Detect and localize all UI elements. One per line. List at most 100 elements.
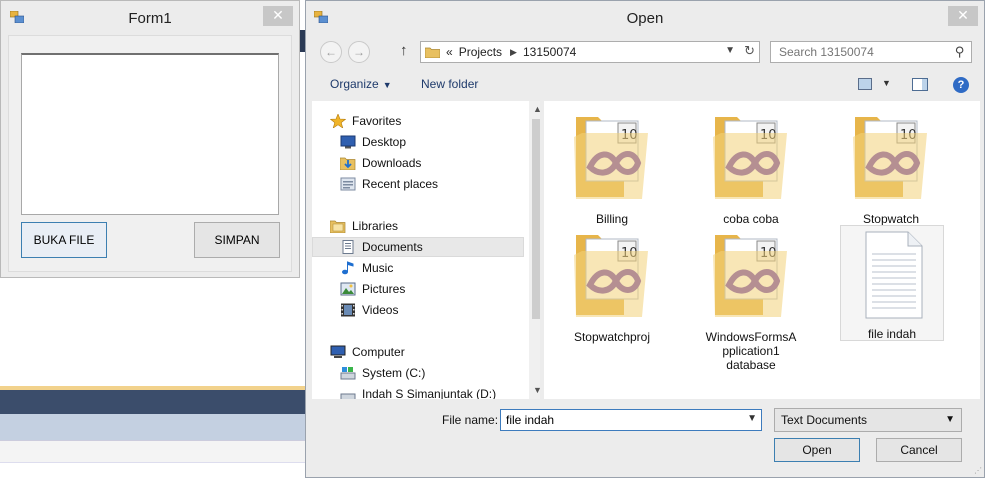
file-name-combobox[interactable]: ▼ <box>500 409 762 431</box>
file-item-label: Stopwatchproj <box>573 330 651 344</box>
chevron-down-icon: ▼ <box>382 80 392 90</box>
videos-icon <box>341 303 355 317</box>
nav-item-favorites[interactable]: Favorites <box>330 111 401 131</box>
nav-item-label: Music <box>362 261 394 275</box>
nav-item-label: Desktop <box>362 135 407 149</box>
breadcrumb-overflow[interactable]: « <box>446 45 453 59</box>
simpan-button[interactable]: SIMPAN <box>194 222 280 258</box>
nav-item-documents[interactable]: Documents <box>312 237 524 257</box>
cancel-button[interactable]: Cancel <box>876 438 962 462</box>
navigation-pane: Favorites Desktop Downloads Recent place… <box>312 101 540 399</box>
scroll-up-icon[interactable]: ▲ <box>529 104 540 114</box>
nav-item-label: Downloads <box>362 156 422 170</box>
preview-pane-icon[interactable] <box>912 78 928 91</box>
file-item-label: file indah <box>867 327 917 341</box>
search-icon[interactable]: ⚲ <box>955 44 965 60</box>
nav-item-label: Recent places <box>362 177 439 191</box>
file-item-label-line: pplication1 <box>722 344 780 358</box>
vs-project-folder-icon: 10 <box>713 117 787 199</box>
file-name-label: File name: <box>442 413 499 427</box>
form1-client-area: BUKA FILE SIMPAN <box>8 35 292 272</box>
file-name-input[interactable] <box>504 411 734 429</box>
open-button[interactable]: Open <box>774 438 860 462</box>
file-item-file-indah[interactable]: file indah <box>840 225 944 341</box>
pictures-icon <box>340 282 356 296</box>
vs-project-folder-icon: 10 <box>713 235 787 317</box>
nav-item-downloads[interactable]: Downloads <box>340 153 421 173</box>
nav-item-label: System (C:) <box>362 366 426 380</box>
documents-icon <box>342 240 354 254</box>
file-item-label: WindowsFormsA pplication1 database <box>699 330 803 372</box>
file-item-billing[interactable]: 10 Billing <box>560 103 664 226</box>
nav-item-pictures[interactable]: Pictures <box>340 279 405 299</box>
new-folder-button[interactable]: New folder <box>421 77 478 91</box>
nav-item-label: Indah S Simanjuntak (D:) <box>362 387 497 399</box>
scroll-down-icon[interactable]: ▼ <box>529 385 540 395</box>
help-icon[interactable]: ? <box>953 77 969 93</box>
change-view-icon[interactable] <box>858 78 872 90</box>
file-item-label-line: database <box>726 358 776 372</box>
drive-icon <box>340 367 356 380</box>
nav-item-label: Favorites <box>352 114 402 128</box>
buka-file-button[interactable]: BUKA FILE <box>21 222 107 258</box>
file-item-stopwatch[interactable]: 10 Stopwatch <box>839 103 943 226</box>
dialog-footer: File name: ▼ Text Documents ▼ Open Cance… <box>306 401 984 477</box>
scrollbar-thumb[interactable] <box>532 119 540 319</box>
search-input[interactable] <box>777 43 947 61</box>
open-dialog-titlebar[interactable]: Open ✕ <box>306 1 984 35</box>
open-dialog-close-button[interactable]: ✕ <box>948 6 978 26</box>
text-document-icon <box>865 231 923 319</box>
star-icon <box>330 114 346 128</box>
refresh-icon[interactable]: ↻ <box>744 43 755 59</box>
ide-editor-area <box>0 278 305 386</box>
organize-menu[interactable]: Organize ▼ <box>330 77 392 91</box>
ide-panel-header <box>0 414 305 440</box>
search-box[interactable]: ⚲ <box>770 41 972 63</box>
computer-icon <box>330 345 346 358</box>
chevron-down-icon[interactable]: ▼ <box>725 45 735 56</box>
chevron-down-icon[interactable]: ▼ <box>747 413 757 424</box>
navigation-bar: ← → ↑ « Projects ▶ 13150074 ▼ ↻ ⚲ <box>312 37 978 67</box>
downloads-icon <box>340 157 356 170</box>
nav-item-label: Documents <box>362 240 423 254</box>
file-type-value: Text Documents <box>781 413 868 427</box>
nav-item-videos[interactable]: Videos <box>340 300 398 320</box>
file-item-label: Stopwatch <box>862 212 920 226</box>
breadcrumb-13150074[interactable]: 13150074 <box>523 45 576 59</box>
nav-item-music[interactable]: Music <box>340 258 393 278</box>
nav-item-libraries[interactable]: Libraries <box>330 216 398 236</box>
nav-item-system-c[interactable]: System (C:) <box>340 363 425 383</box>
breadcrumb-projects[interactable]: Projects <box>459 45 502 59</box>
nav-item-drive-d[interactable]: Indah S Simanjuntak (D:) <box>340 384 496 399</box>
vs-project-folder-icon: 10 <box>574 117 648 199</box>
libraries-icon <box>330 220 346 233</box>
chevron-down-icon[interactable]: ▼ <box>882 78 891 88</box>
nav-item-recent-places[interactable]: Recent places <box>340 174 438 194</box>
file-type-select[interactable]: Text Documents ▼ <box>774 408 962 432</box>
navigation-pane-scrollbar[interactable]: ▲ ▼ <box>529 101 540 399</box>
file-item-coba-coba[interactable]: 10 coba coba <box>699 103 803 226</box>
form1-textbox[interactable] <box>21 53 279 215</box>
file-item-stopwatchproj[interactable]: 10 Stopwatchproj <box>560 221 664 344</box>
forward-arrow-icon[interactable]: → <box>348 41 370 63</box>
nav-item-label: Libraries <box>352 219 399 233</box>
form1-close-button[interactable]: ✕ <box>263 6 293 26</box>
back-arrow-icon[interactable]: ← <box>320 41 342 63</box>
resize-grip-icon[interactable]: ⋰ <box>974 466 982 475</box>
breadcrumb-separator-icon[interactable]: ▶ <box>510 47 517 58</box>
form1-titlebar[interactable]: Form1 ✕ <box>1 1 299 33</box>
up-arrow-icon[interactable]: ↑ <box>400 42 408 59</box>
nav-item-computer[interactable]: Computer <box>330 342 405 362</box>
ide-tab-bar <box>0 390 305 414</box>
organize-label: Organize <box>330 77 379 91</box>
nav-item-label: Computer <box>352 345 405 359</box>
drive-icon <box>340 393 356 399</box>
address-bar[interactable]: « Projects ▶ 13150074 ▼ ↻ <box>420 41 760 63</box>
folder-icon <box>425 47 440 58</box>
ide-panel-row <box>0 462 305 478</box>
vs-project-folder-icon: 10 <box>853 117 927 199</box>
chevron-down-icon: ▼ <box>945 414 955 425</box>
nav-item-desktop[interactable]: Desktop <box>340 132 406 152</box>
music-icon <box>342 261 354 275</box>
file-item-windowsformsapplication1-database[interactable]: 10 WindowsFormsA pplication1 database <box>699 221 803 372</box>
